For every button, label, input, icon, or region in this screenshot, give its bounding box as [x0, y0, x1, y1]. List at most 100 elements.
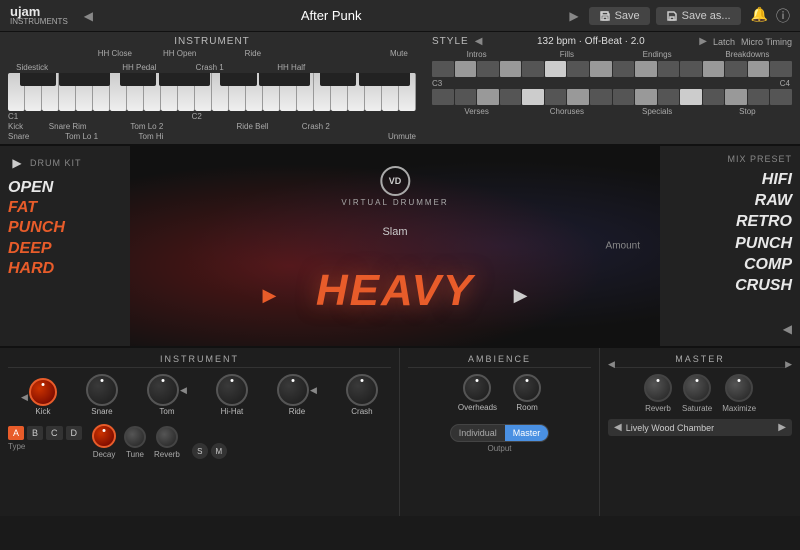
type-c-btn[interactable]: C: [46, 426, 63, 440]
style-pad[interactable]: [455, 61, 477, 77]
style-pad[interactable]: [455, 89, 477, 105]
tom-arrow-icon[interactable]: ◀: [180, 385, 187, 396]
hh-open-label: HH Open: [163, 49, 196, 58]
mix-raw[interactable]: RAW: [668, 191, 792, 210]
style-pad[interactable]: [590, 89, 612, 105]
mix-hifi[interactable]: HIFI: [668, 170, 792, 189]
info-icon[interactable]: ⓘ: [776, 6, 790, 26]
style-pad[interactable]: [545, 61, 567, 77]
type-d-btn[interactable]: D: [66, 426, 83, 440]
kit-fat[interactable]: FAT: [8, 198, 122, 217]
style-pad[interactable]: [748, 89, 770, 105]
style-pad[interactable]: [477, 89, 499, 105]
snare-knob[interactable]: [86, 374, 118, 406]
mute-label: Mute: [390, 49, 408, 58]
style-pad[interactable]: [522, 61, 544, 77]
play-button[interactable]: ▶: [8, 154, 26, 172]
saturate-knob[interactable]: [683, 374, 711, 402]
style-pad[interactable]: [590, 61, 612, 77]
style-pad[interactable]: [635, 61, 657, 77]
room-knob[interactable]: [513, 374, 541, 402]
type-area: A B C D Type: [8, 420, 82, 451]
style-pad[interactable]: [432, 61, 454, 77]
style-pad[interactable]: [703, 61, 725, 77]
style-pad[interactable]: [545, 89, 567, 105]
chamber-select[interactable]: ◀ Lively Wood Chamber ▶: [608, 419, 792, 436]
style-pad[interactable]: [432, 89, 454, 105]
crash-knob[interactable]: [346, 374, 378, 406]
mix-arrow-icon[interactable]: ◀: [783, 322, 792, 336]
tune-label: Tune: [126, 450, 144, 459]
kit-hard[interactable]: HARD: [8, 259, 122, 278]
bell-icon[interactable]: 🔔: [751, 6, 768, 26]
tune-knob-item: Tune: [124, 426, 146, 459]
style-pad[interactable]: [680, 89, 702, 105]
style-pad[interactable]: [522, 89, 544, 105]
type-b-btn[interactable]: B: [27, 426, 43, 440]
style-pad[interactable]: [635, 89, 657, 105]
saturate-item: Saturate: [682, 374, 712, 413]
style-pad[interactable]: [613, 89, 635, 105]
mix-punch[interactable]: PUNCH: [668, 234, 792, 253]
individual-btn[interactable]: Individual: [451, 425, 505, 441]
kit-open[interactable]: OPEN: [8, 178, 122, 197]
preset-next-button[interactable]: ▶: [565, 9, 582, 23]
master-btn[interactable]: Master: [505, 425, 549, 441]
ride-arrow-icon[interactable]: ◀: [310, 385, 317, 396]
maximize-knob[interactable]: [725, 374, 753, 402]
mix-crush[interactable]: CRUSH: [668, 276, 792, 295]
crash-channel-label: Crash: [351, 407, 372, 416]
style-pad[interactable]: [567, 61, 589, 77]
reverb-master-item: Reverb: [644, 374, 672, 413]
style-pad[interactable]: [770, 89, 792, 105]
style-pad[interactable]: [748, 61, 770, 77]
choruses-label: Choruses: [522, 107, 611, 116]
m-btn[interactable]: M: [211, 443, 227, 459]
master-fader-left[interactable]: ◀: [608, 359, 615, 370]
style-prev[interactable]: ◀: [475, 36, 483, 47]
style-pad[interactable]: [567, 89, 589, 105]
master-fader-right[interactable]: ▶: [785, 359, 792, 370]
arrow-right[interactable]: ▶: [514, 285, 528, 306]
style-pad[interactable]: [658, 89, 680, 105]
stop-label: Stop: [703, 107, 792, 116]
style-pad[interactable]: [500, 89, 522, 105]
tom-knob[interactable]: [147, 374, 179, 406]
style-pad[interactable]: [770, 61, 792, 77]
decay-knob[interactable]: [92, 424, 116, 448]
style-pad[interactable]: [680, 61, 702, 77]
style-pad[interactable]: [725, 89, 747, 105]
save-as-button[interactable]: Save as...: [656, 7, 741, 25]
style-pad[interactable]: [725, 61, 747, 77]
top-bar: ujam INSTRUMENTS ◀ After Punk ▶ Save Sav…: [0, 0, 800, 32]
ambience-section-title: AMBIENCE: [408, 354, 591, 368]
mix-comp[interactable]: COMP: [668, 255, 792, 274]
hihat-knob[interactable]: [216, 374, 248, 406]
style-pad[interactable]: [658, 61, 680, 77]
logo-sub: INSTRUMENTS: [10, 18, 68, 26]
tune-knob[interactable]: [124, 426, 146, 448]
style-next[interactable]: ▶: [699, 36, 707, 47]
kick-knob[interactable]: [29, 378, 57, 406]
maximize-item: Maximize: [722, 374, 756, 413]
preset-prev-button[interactable]: ◀: [80, 9, 97, 23]
style-pad[interactable]: [703, 89, 725, 105]
mix-retro[interactable]: RETRO: [668, 212, 792, 231]
style-pad[interactable]: [500, 61, 522, 77]
master-reverb-knob[interactable]: [644, 374, 672, 402]
save-button[interactable]: Save: [589, 7, 650, 25]
inst-reverb-knob[interactable]: [156, 426, 178, 448]
type-a-btn[interactable]: A: [8, 426, 24, 440]
s-btn[interactable]: S: [192, 443, 208, 459]
kit-punch[interactable]: PUNCH: [8, 218, 122, 237]
ride-knob[interactable]: [277, 374, 309, 406]
style-pad[interactable]: [477, 61, 499, 77]
kit-deep[interactable]: DEEP: [8, 239, 122, 258]
style-pad[interactable]: [613, 61, 635, 77]
output-toggle[interactable]: Individual Master: [450, 424, 550, 442]
overheads-knob[interactable]: [463, 374, 491, 402]
snare-channel-label: Snare: [91, 407, 112, 416]
arrow-left[interactable]: ▶: [263, 285, 277, 306]
vd-logo-area: VD VIRTUAL DRUMMER: [341, 166, 448, 207]
fader-left-icon[interactable]: ◀: [21, 392, 28, 403]
